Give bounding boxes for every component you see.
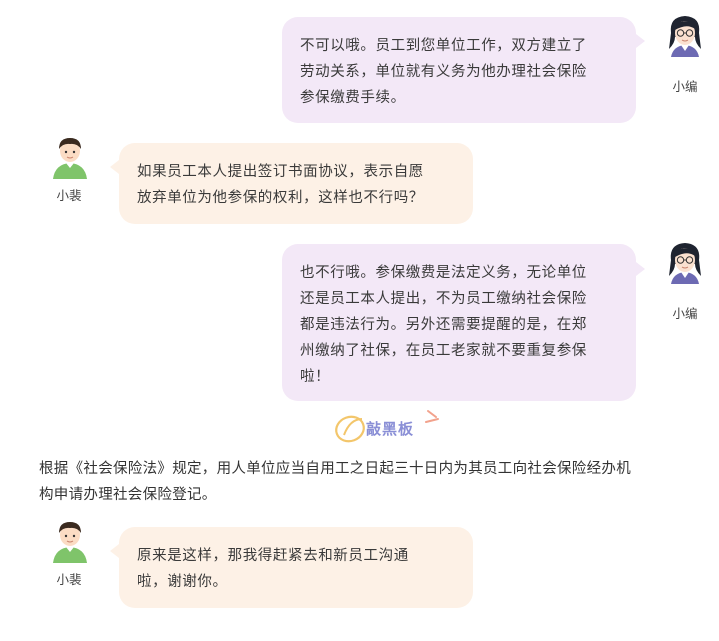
speaker-name-editor: 小编 bbox=[672, 306, 698, 321]
user-avatar bbox=[53, 138, 87, 179]
divider-label: 敲黑板 bbox=[366, 420, 415, 438]
message-line: 州缴纳了社保，在员工老家就不要重复参保 bbox=[300, 343, 587, 359]
note-line: 根据《社会保险法》规定，用人单位应当自用工之日起三十日内为其员工向社会保险经办机 bbox=[39, 461, 631, 477]
message-line: 如果员工本人提出签订书面协议，表示自愿 bbox=[137, 164, 424, 180]
message-line: 不可以哦。员工到您单位工作，双方建立了 bbox=[300, 38, 587, 54]
message-line: 啦！ bbox=[300, 369, 331, 385]
message-line: 也不行哦。参保缴费是法定义务，无论单位 bbox=[300, 265, 587, 281]
bubble-tail bbox=[636, 262, 645, 276]
message-line: 放弃单位为他参保的权利，这样也不行吗？ bbox=[137, 190, 424, 206]
editor-avatar bbox=[669, 16, 701, 57]
chat-bubble-user-1: 如果员工本人提出签订书面协议，表示自愿 放弃单位为他参保的权利，这样也不行吗？ bbox=[119, 143, 473, 224]
bubble-tail bbox=[110, 160, 119, 174]
message-line: 还是员工本人提出，不为员工缴纳社会保险 bbox=[300, 291, 587, 307]
message-line: 啦，谢谢你。 bbox=[137, 574, 228, 590]
chat-bubble-editor-1: 不可以哦。员工到您单位工作，双方建立了 劳动关系，单位就有义务为他办理社会保险 … bbox=[282, 17, 636, 123]
message-line: 原来是这样，那我得赶紧去和新员工沟通 bbox=[137, 548, 409, 564]
chat-bubble-editor-2: 也不行哦。参保缴费是法定义务，无论单位 还是员工本人提出，不为员工缴纳社会保险 … bbox=[282, 244, 636, 401]
speaker-name-user: 小裴 bbox=[56, 572, 82, 587]
note-line: 构申请办理社会保险登记。 bbox=[39, 487, 217, 503]
speaker-name-editor: 小编 bbox=[672, 79, 698, 94]
note-paragraph: 根据《社会保险法》规定，用人单位应当自用工之日起三十日内为其员工向社会保险经办机… bbox=[39, 456, 719, 508]
user-avatar bbox=[53, 522, 87, 563]
chat-bubble-user-2: 原来是这样，那我得赶紧去和新员工沟通 啦，谢谢你。 bbox=[119, 527, 473, 608]
message-line: 参保缴费手续。 bbox=[300, 90, 406, 106]
speaker-name-user: 小裴 bbox=[56, 188, 82, 203]
message-line: 劳动关系，单位就有义务为他办理社会保险 bbox=[300, 64, 587, 80]
bubble-tail bbox=[110, 544, 119, 558]
editor-avatar bbox=[669, 243, 701, 284]
message-line: 都是违法行为。另外还需要提醒的是，在郑 bbox=[300, 317, 587, 333]
bubble-tail bbox=[636, 34, 645, 48]
